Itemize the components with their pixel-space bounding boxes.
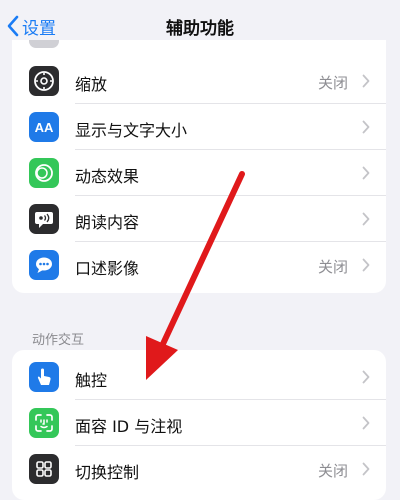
annotation-arrow — [146, 171, 245, 380]
